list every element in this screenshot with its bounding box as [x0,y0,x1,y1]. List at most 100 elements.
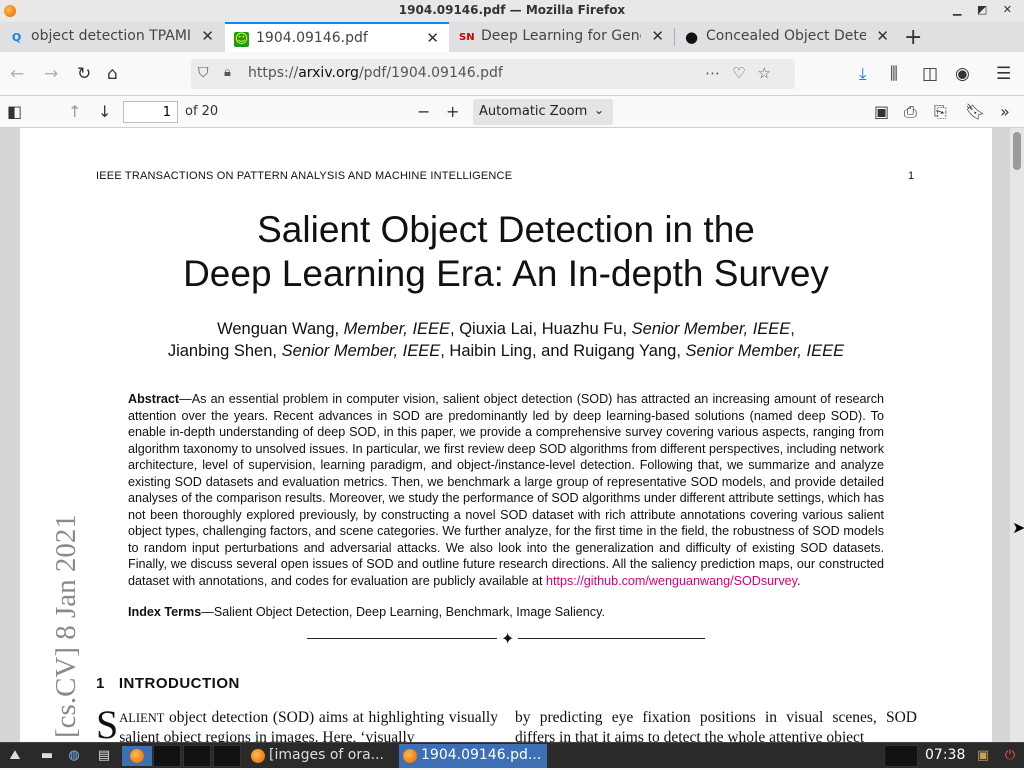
body-text: object detection (SOD) aims at highlight… [119,709,498,742]
workspace-1[interactable] [153,745,181,767]
next-page-button[interactable]: ↓ [98,102,111,122]
presentation-mode-icon[interactable]: ▣ [874,102,889,122]
tracking-shield-icon[interactable]: ⛉ [198,65,209,81]
downloads-icon[interactable]: ⤓ [859,64,867,84]
divider-diamond-icon: ✦ [497,629,519,649]
taskbar-task[interactable]: [images of ora... [247,744,395,768]
reload-button[interactable]: ↻ [77,64,91,84]
show-desktop-icon[interactable]: ▬ [38,746,56,766]
pdf-sidebar-toggle-icon[interactable]: ◧ [7,102,22,122]
tray-slot [884,745,918,767]
smiley-favicon-icon: ☺ [234,32,249,47]
firefox-icon [403,749,417,763]
tab-label: Concealed Object Detecti [706,28,866,44]
tab-deep-learning[interactable]: SN Deep Learning for Gener ✕ [450,22,674,52]
forward-button[interactable]: → [44,64,58,84]
navigation-toolbar: ← → ↻ ⌂ ⛉ 🔒︎ https://arxiv.org/pdf/1904.… [0,52,1024,96]
sidebar-toggle-icon[interactable]: ◫ [922,64,938,84]
page-count: of 20 [185,104,219,119]
abstract-text: —As an essential problem in computer vis… [128,392,884,588]
section-heading: 1 INTRODUCTION [96,675,240,692]
zoom-out-button[interactable]: − [417,102,430,122]
library-icon[interactable]: ⫼ [890,64,898,84]
bookmark-star-icon[interactable]: ☆ [758,64,783,82]
page-number-input[interactable] [123,101,178,123]
pdf-toolbar: ◧ ↑ ↓ of 20 − + Automatic Zoom ⌄ ▣ ⎙ ⎘ 🔖… [0,96,1024,128]
authors-line: Wenguan Wang, Member, IEEE, Qiuxia Lai, … [217,320,795,338]
zoom-in-button[interactable]: + [446,102,459,122]
pocket-icon[interactable]: ♡ [732,64,757,82]
tab-label: object detection TPAMI ja [31,28,191,44]
paper-title: Salient Object Detection in the Deep Lea… [20,208,992,296]
url-bar[interactable]: ⛉ 🔒︎ https://arxiv.org/pdf/1904.09146.pd… [191,59,795,89]
browser-launcher-icon[interactable]: ◍ [64,746,84,766]
abstract-label: Abstract [128,392,180,406]
index-terms-text: —Salient Object Detection, Deep Learning… [201,605,605,619]
url-actions[interactable]: ⋯♡☆ [705,64,783,82]
url-scheme: https:// [248,65,299,81]
scrollbar-thumb[interactable] [1013,132,1021,170]
tab-strip: Q object detection TPAMI ja ✕ ☺ 1904.091… [0,22,1024,52]
menu-hamburger-icon[interactable]: ☰ [996,64,1011,84]
abstract: Abstract—As an essential problem in comp… [128,392,884,588]
paper-title-line: Salient Object Detection in the [257,209,755,250]
search-icon: Q [11,31,22,44]
close-tab-icon[interactable]: ✕ [426,29,439,47]
taskbar: ⛰ ▬ ◍ ▤ [images of ora... 1904.09146.pd.… [0,742,1024,768]
tab-object-detection[interactable]: Q object detection TPAMI ja ✕ [0,22,224,52]
lock-icon[interactable]: 🔒︎ [224,65,231,80]
firefox-launcher-icon[interactable] [122,746,152,766]
index-terms: Index Terms—Salient Object Detection, De… [128,605,605,619]
clock[interactable]: 07:38 [925,747,965,763]
url-path: /pdf/1904.09146.pdf [358,65,503,81]
network-tray-icon[interactable]: ▣ [974,746,992,766]
section-number: 1 [96,675,105,692]
chevron-down-icon: ⌄ [593,103,604,117]
close-tab-icon[interactable]: ✕ [201,27,214,45]
close-tab-icon[interactable]: ✕ [876,27,889,45]
window-controls[interactable]: ▁ ◩ ✕ [953,3,1018,16]
body-column-left: S ALIENT object detection (SOD) aims at h… [96,702,498,743]
sn-favicon-icon: SN [459,32,475,43]
previous-page-button[interactable]: ↑ [68,102,81,122]
url-domain: arxiv.org [298,65,359,81]
running-header: IEEE TRANSACTIONS ON PATTERN ANALYSIS AN… [96,170,513,182]
arxiv-stamp-text: [cs.CV] 8 Jan 2021 [50,514,82,738]
paper-title-line: Deep Learning Era: An In-depth Survey [183,253,829,294]
bookmark-icon[interactable]: 🔖︎ [965,102,985,122]
tools-chevron-icon[interactable]: » [1000,102,1010,122]
file-manager-icon[interactable]: ▤ [94,746,114,766]
power-icon[interactable]: ⏻ [1000,746,1020,766]
section-title: INTRODUCTION [118,675,240,692]
home-button[interactable]: ⌂ [107,64,118,84]
account-icon[interactable]: ◉ [955,64,970,84]
tab-concealed-object[interactable]: ● Concealed Object Detecti ✕ [675,22,899,52]
save-download-icon[interactable]: ⎘ [934,102,947,122]
taskbar-task-label: 1904.09146.pd... [421,747,542,763]
tab-pdf[interactable]: ☺ 1904.09146.pdf ✕ [225,22,449,52]
zoom-select-value: Automatic Zoom [479,104,588,119]
index-terms-label: Index Terms [128,605,202,619]
pdf-viewer[interactable]: IEEE TRANSACTIONS ON PATTERN ANALYSIS AN… [0,128,1024,742]
url-text[interactable]: https://arxiv.org/pdf/1904.09146.pdf [248,65,503,81]
back-button[interactable]: ← [10,64,24,84]
taskbar-task-label: [images of ora... [269,747,385,763]
taskbar-task-active[interactable]: 1904.09146.pd... [399,744,547,768]
github-link[interactable]: https://github.com/wenguanwang/SODsurvey [546,574,797,588]
pdf-page: IEEE TRANSACTIONS ON PATTERN ANALYSIS AN… [20,128,992,742]
print-icon[interactable]: ⎙ [904,102,917,122]
mouse-cursor-icon: ➤ [1012,518,1024,537]
drop-cap: S [96,702,119,743]
new-tab-button[interactable]: + [904,25,922,50]
window-title: 1904.09146.pdf — Mozilla Firefox [398,3,626,17]
vertical-scrollbar[interactable] [1010,128,1024,742]
workspace-3[interactable] [213,745,241,767]
close-tab-icon[interactable]: ✕ [651,27,664,45]
arxiv-stamp: [cs.CV] 8 Jan 2021 [44,358,84,738]
firefox-icon [251,749,265,763]
zoom-select[interactable]: Automatic Zoom ⌄ [473,99,613,125]
page-number-label: 1 [908,170,915,182]
workspace-2[interactable] [183,745,211,767]
authors-line: Jianbing Shen, Senior Member, IEEE, Haib… [167,342,845,360]
start-menu-icon[interactable]: ⛰ [4,746,26,766]
